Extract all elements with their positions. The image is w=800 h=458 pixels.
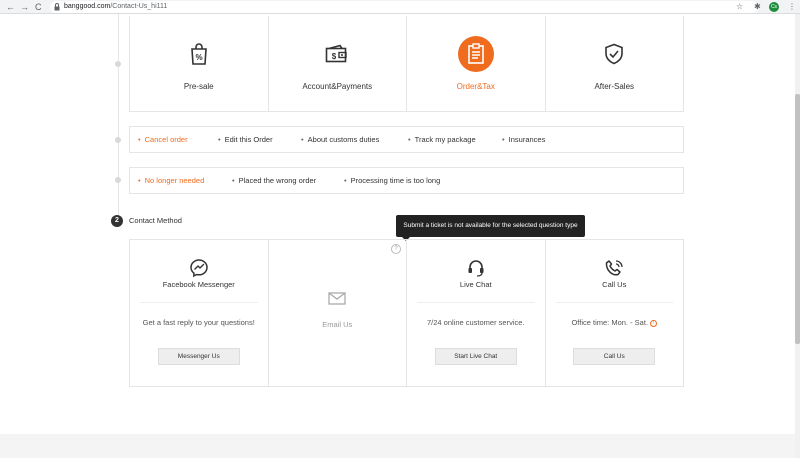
- shield-check-icon: [596, 36, 632, 72]
- contact-title: Email Us: [322, 320, 353, 329]
- order-question-options: • Cancel order • Edit this Order • About cu…: [129, 126, 684, 153]
- page-footer: [0, 434, 795, 458]
- contact-facebook-messenger: Facebook Messenger Get a fast reply to y…: [130, 240, 269, 386]
- option-customs-duties[interactable]: • About customs duties: [301, 127, 379, 152]
- option-track-package[interactable]: • Track my package: [408, 127, 476, 152]
- info-icon[interactable]: !: [650, 320, 658, 327]
- url-domain: banggood.com: [64, 3, 111, 10]
- option-cancel-order[interactable]: • Cancel order: [138, 127, 188, 152]
- shopping-bag-percent-icon: %: [181, 36, 217, 72]
- ticket-unavailable-tooltip: Submit a ticket is not available for the…: [396, 215, 585, 241]
- category-account-payments[interactable]: $ Account&Payments: [269, 16, 407, 111]
- forward-icon[interactable]: →: [20, 1, 29, 13]
- profile-avatar[interactable]: Cs: [769, 2, 779, 12]
- category-cards: % Pre-sale $ Account&Payments Order&Tax …: [129, 16, 684, 112]
- contact-call-us: Call Us Office time: Mon. - Sat.! Call U…: [546, 240, 684, 386]
- option-insurances[interactable]: • Insurances: [502, 127, 545, 152]
- browser-menu-icon[interactable]: ⋮: [788, 1, 796, 13]
- option-processing-time[interactable]: • Processing time is too long: [344, 168, 440, 193]
- timeline-dot: [115, 61, 121, 67]
- contact-title: Facebook Messenger: [162, 280, 235, 289]
- divider: [417, 302, 535, 303]
- clipboard-icon: [457, 36, 494, 72]
- start-live-chat-button[interactable]: Start Live Chat: [434, 348, 517, 365]
- contact-description: Get a fast reply to your questions!: [142, 318, 255, 327]
- bookmark-star-icon[interactable]: ☆: [736, 1, 743, 13]
- option-edit-order[interactable]: • Edit this Order: [218, 127, 273, 152]
- contact-method-title: Contact Method: [129, 216, 182, 225]
- contact-live-chat: Live Chat 7/24 online customer service. …: [407, 240, 546, 386]
- step-timeline: [118, 14, 119, 220]
- scrollbar-thumb[interactable]: [795, 94, 800, 344]
- category-after-sales[interactable]: After-Sales: [546, 16, 684, 111]
- contact-method-cards: Facebook Messenger Get a fast reply to y…: [129, 239, 684, 387]
- messenger-us-button[interactable]: Messenger Us: [157, 348, 240, 365]
- category-label: Order&Tax: [456, 82, 495, 91]
- divider: [555, 302, 673, 303]
- call-us-button[interactable]: Call Us: [573, 348, 656, 365]
- option-wrong-order[interactable]: • Placed the wrong order: [232, 168, 316, 193]
- category-presale[interactable]: % Pre-sale: [130, 16, 269, 111]
- contact-title: Call Us: [602, 280, 627, 289]
- timeline-dot: [115, 177, 121, 183]
- headset-icon: [466, 258, 486, 278]
- page-scrollbar[interactable]: [795, 14, 800, 458]
- url-path: /Contact-Us_hi111: [110, 3, 168, 10]
- contact-title: Live Chat: [459, 280, 492, 289]
- timeline-dot: [115, 137, 121, 143]
- reason-options: • No longer needed • Placed the wrong orde…: [129, 167, 684, 194]
- contact-description: Office time: Mon. - Sat.!: [546, 318, 684, 327]
- lock-icon: [54, 1, 60, 16]
- contact-description: 7/24 online customer service.: [426, 318, 525, 327]
- back-icon[interactable]: ←: [6, 1, 15, 13]
- svg-text:$: $: [332, 52, 337, 61]
- contact-email-us: Email Us: [269, 240, 407, 386]
- wallet-icon: $: [319, 36, 355, 72]
- phone-icon: [604, 258, 624, 278]
- messenger-icon: [189, 258, 209, 278]
- browser-toolbar: ← → C banggood.com/Contact-Us_hi111 ☆ ✱ …: [0, 0, 800, 14]
- reload-icon[interactable]: C: [35, 1, 42, 13]
- extensions-icon[interactable]: ✱: [754, 1, 761, 13]
- svg-text:%: %: [195, 53, 202, 62]
- address-bar[interactable]: banggood.com/Contact-Us_hi111: [50, 1, 758, 13]
- envelope-icon: [327, 290, 347, 310]
- category-label: Pre-sale: [183, 82, 214, 91]
- step-number-badge: 2: [111, 215, 123, 227]
- category-label: Account&Payments: [302, 82, 373, 91]
- category-label: After-Sales: [594, 82, 635, 91]
- divider: [140, 302, 258, 303]
- category-order-tax[interactable]: Order&Tax: [407, 16, 546, 111]
- option-no-longer-needed[interactable]: • No longer needed: [138, 168, 204, 193]
